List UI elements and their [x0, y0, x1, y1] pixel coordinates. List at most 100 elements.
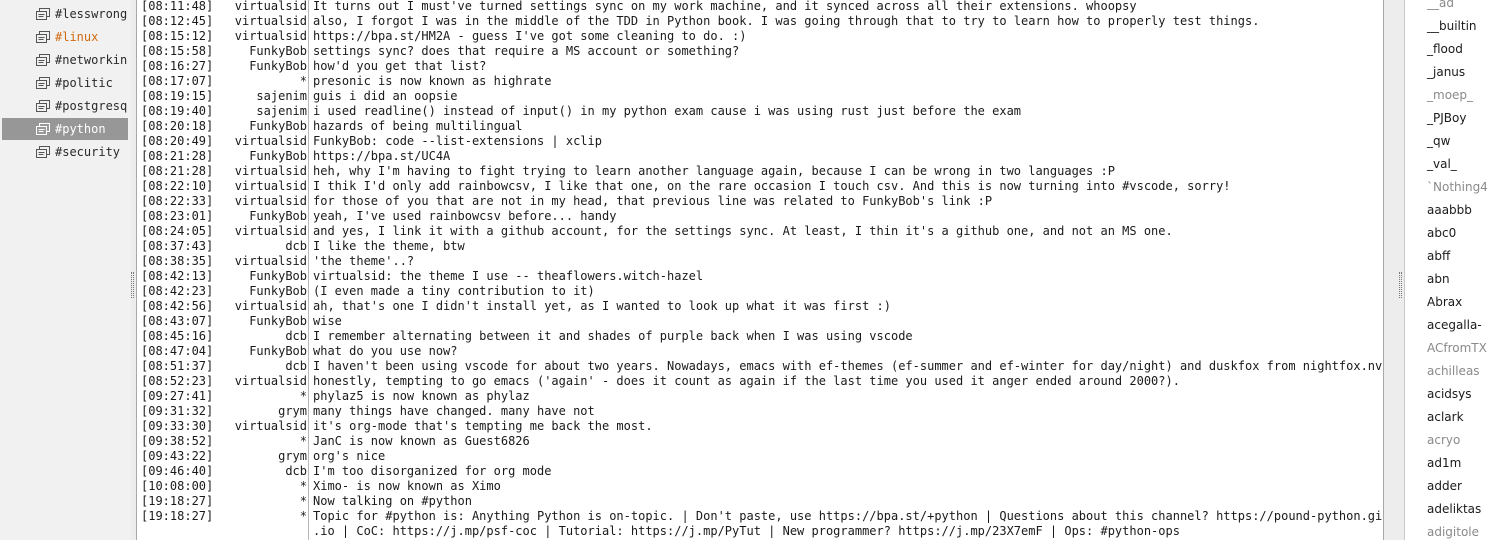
chat-bubble-icon [36, 76, 50, 90]
message-nick[interactable]: virtualsid [235, 0, 307, 14]
nick-list-item[interactable]: _janus [1427, 62, 1465, 82]
message-nick[interactable]: * [300, 479, 307, 494]
nick-list-item[interactable]: __ad [1427, 0, 1454, 13]
message-nick[interactable]: virtualsid [235, 254, 307, 269]
message-nick[interactable]: FunkyBob [249, 344, 307, 359]
message-text: I thik I'd only add rainbowcsv, I like t… [313, 179, 1231, 193]
channel-item-postgresql[interactable]: #postgresql [2, 95, 128, 117]
chat-log[interactable]: [08:11:48] virtualsid It turns out I must'… [136, 0, 1384, 540]
left-splitter-handle[interactable] [131, 272, 134, 298]
nick-list-item[interactable]: _PJBoy [1427, 108, 1466, 128]
nick-list-item[interactable]: Abrax [1427, 292, 1462, 312]
message-text: ah, that's one I didn't install yet, as … [313, 299, 891, 313]
message-nick[interactable]: dcb [285, 464, 307, 479]
channel-tree: #lesswrong #linux #networking #politic #post… [0, 0, 131, 540]
message-nick[interactable]: dcb [285, 239, 307, 254]
channel-label: #politic [55, 76, 113, 90]
channel-item-linux[interactable]: #linux [2, 26, 128, 48]
message-nick[interactable]: virtualsid [235, 164, 307, 179]
message-timestamp: [19:18:27] [141, 509, 214, 523]
message-nick[interactable]: dcb [285, 359, 307, 374]
message-nick[interactable]: virtualsid [235, 14, 307, 29]
nick-list-item[interactable]: _flood [1427, 39, 1463, 59]
nick-list-item[interactable]: aclark [1427, 407, 1464, 427]
message-nick[interactable]: * [300, 74, 307, 89]
nick-list-item[interactable]: abff [1427, 246, 1450, 266]
message-nick[interactable]: grym [278, 449, 307, 464]
message-timestamp: [08:37:43] [141, 239, 214, 253]
message-text: I haven't been using vscode for about tw… [313, 359, 1384, 373]
message-nick[interactable]: FunkyBob [249, 314, 307, 329]
channel-item-security[interactable]: #security [2, 141, 128, 163]
message-nick[interactable]: virtualsid [235, 134, 307, 149]
message-nick[interactable]: FunkyBob [249, 269, 307, 284]
message-timestamp: [08:17:07] [141, 74, 214, 88]
nick-list-item[interactable]: acryo [1427, 430, 1460, 450]
message-text: also, I forgot I was in the middle of th… [313, 14, 1260, 28]
message-timestamp: [08:23:01] [141, 209, 214, 223]
message-row: [09:43:22] grym org's nice [137, 449, 1383, 464]
message-nick[interactable]: * [300, 509, 307, 524]
nick-list-item[interactable]: aaabbb [1427, 200, 1472, 220]
right-splitter-handle[interactable] [1399, 272, 1402, 298]
message-nick[interactable]: sajenim [256, 104, 307, 119]
message-nick[interactable]: virtualsid [235, 29, 307, 44]
nick-list-item[interactable]: _qw [1427, 131, 1450, 151]
message-text: .io | CoC: https://j.mp/psf-coc | Tutori… [313, 524, 1180, 538]
message-nick[interactable]: FunkyBob [249, 44, 307, 59]
nick-list-item[interactable]: _val_ [1427, 154, 1457, 174]
nick-list-item[interactable]: adder [1427, 476, 1462, 496]
message-timestamp: [08:19:40] [141, 104, 214, 118]
nick-list-item[interactable]: abc0 [1427, 223, 1456, 243]
message-nick[interactable]: FunkyBob [249, 119, 307, 134]
message-nick[interactable]: FunkyBob [249, 149, 307, 164]
nick-list-item[interactable]: ad1m [1427, 453, 1461, 473]
message-timestamp: [09:43:22] [141, 449, 214, 463]
message-text: and yes, I link it with a github account… [313, 224, 1173, 238]
message-nick[interactable]: FunkyBob [249, 284, 307, 299]
message-text: 'the theme'..? [313, 254, 415, 268]
message-row: [08:22:33] virtualsid for those of you tha… [137, 194, 1383, 209]
message-nick[interactable]: virtualsid [235, 224, 307, 239]
channel-item-networking[interactable]: #networking [2, 49, 128, 71]
nick-list-item[interactable]: adeliktas [1427, 499, 1481, 519]
message-nick[interactable]: virtualsid [235, 419, 307, 434]
message-nick[interactable]: virtualsid [235, 299, 307, 314]
nick-list-item[interactable]: acegalla- [1427, 315, 1482, 335]
message-text: https://bpa.st/HM2A - guess I've got som… [313, 29, 747, 43]
nick-list-item[interactable]: achilleas [1427, 361, 1480, 381]
message-row: [08:22:10] virtualsid I thik I'd only add … [137, 179, 1383, 194]
channel-label: #networking [55, 53, 128, 67]
message-nick[interactable]: virtualsid [235, 194, 307, 209]
message-nick[interactable]: FunkyBob [249, 59, 307, 74]
message-nick[interactable]: * [300, 389, 307, 404]
message-row: [08:21:28] FunkyBob https://bpa.st/UC4A [137, 149, 1383, 164]
message-nick[interactable]: FunkyBob [249, 209, 307, 224]
message-nick[interactable]: grym [278, 404, 307, 419]
channel-item-python[interactable]: #python [2, 118, 128, 140]
chat-scroll-gutter[interactable] [1384, 0, 1404, 540]
nick-list-item[interactable]: _moep_ [1427, 85, 1473, 105]
message-nick[interactable]: dcb [285, 329, 307, 344]
message-nick[interactable]: * [300, 434, 307, 449]
channel-item-politic[interactable]: #politic [2, 72, 128, 94]
nick-list-item[interactable]: __builtin [1427, 16, 1477, 36]
message-nick[interactable]: virtualsid [235, 374, 307, 389]
message-row: [08:20:18] FunkyBob hazards of being multi… [137, 119, 1383, 134]
message-row: [08:19:40] sajenim i used readline() inste… [137, 104, 1383, 119]
message-text: I'm too disorganized for org mode [313, 464, 552, 478]
nick-list-item[interactable]: `Nothing4 [1427, 177, 1488, 197]
message-nick[interactable]: * [300, 494, 307, 509]
nick-list-item[interactable]: abn [1427, 269, 1450, 289]
message-row: [08:52:23] virtualsid honestly, tempting t… [137, 374, 1383, 389]
nick-list-item[interactable]: ACfromTX [1427, 338, 1487, 358]
nick-list-item[interactable]: acidsys [1427, 384, 1472, 404]
message-nick[interactable]: sajenim [256, 89, 307, 104]
message-nick[interactable]: virtualsid [235, 179, 307, 194]
channel-item-lesswrong[interactable]: #lesswrong [2, 3, 128, 25]
message-text: wise [313, 314, 342, 328]
nick-list-item[interactable]: adigitole [1427, 522, 1479, 540]
message-text: presonic is now known as highrate [313, 74, 552, 88]
message-timestamp: [08:22:33] [141, 194, 214, 208]
message-text: FunkyBob: code --list-extensions | xclip [313, 134, 602, 148]
